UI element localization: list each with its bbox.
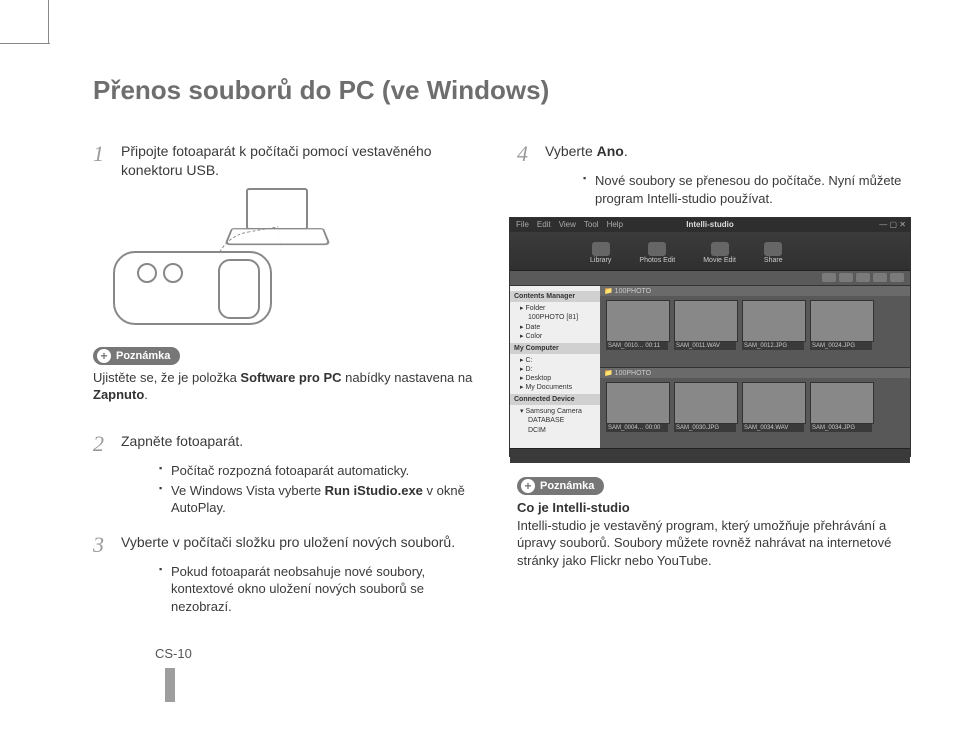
menu-edit[interactable]: Edit	[537, 218, 551, 232]
tab-photos-edit[interactable]: Photos Edit	[639, 242, 675, 264]
sidebar-item-color[interactable]: ▸ Color	[514, 332, 596, 341]
step-4-body: Vyberte Ano.	[545, 142, 628, 166]
step-4-sub: Nové soubory se přenesou do počítače. Ny…	[545, 172, 905, 207]
tab-library[interactable]: Library	[590, 242, 611, 264]
note-badge-1: + Poznámka	[93, 347, 180, 365]
step-2: 2 Zapněte fotoaparát.	[93, 432, 475, 456]
sidebar-item-camera[interactable]: ▾ Samsung Camera	[514, 407, 596, 416]
step-2-body: Zapněte fotoaparát.	[121, 432, 243, 456]
app-content: 📁 100PHOTO SAM_0010… 00:11 SAM_0011.WAV …	[600, 286, 910, 448]
pane-top: 📁 100PHOTO SAM_0010… 00:11 SAM_0011.WAV …	[600, 286, 910, 367]
right-column: 4 Vyberte Ano. Nové soubory se přenesou …	[517, 142, 905, 661]
view-mode-btn[interactable]	[890, 273, 904, 282]
plus-icon: +	[521, 479, 535, 493]
crop-mark-v	[48, 0, 49, 44]
left-column: 1 Připojte fotoaparát k počítači pomocí …	[93, 142, 475, 661]
app-statusbar	[510, 448, 910, 463]
menu-view[interactable]: View	[559, 218, 576, 232]
step-4-bullet-1: Nové soubory se přenesou do počítače. Ny…	[585, 172, 905, 207]
view-mode-btn[interactable]	[856, 273, 870, 282]
sidebar-hdr-mycomputer: My Computer	[510, 343, 600, 354]
tab-movie-edit[interactable]: Movie Edit	[703, 242, 736, 264]
note-label: Poznámka	[116, 350, 170, 362]
sidebar-item-dcim[interactable]: DCIM	[514, 426, 596, 435]
step-3-num: 3	[93, 533, 121, 557]
step-3: 3 Vyberte v počítači složku pro uložení …	[93, 533, 475, 557]
sidebar-hdr-device: Connected Device	[510, 394, 600, 405]
sidebar-hdr-contents: Contents Manager	[510, 291, 600, 302]
photos-edit-icon	[648, 242, 666, 256]
plus-icon: +	[97, 349, 111, 363]
window-buttons[interactable]: — ▢ ✕	[879, 220, 906, 229]
step-1-body: Připojte fotoaparát k počítači pomocí ve…	[121, 142, 475, 180]
sidebar-item-folder[interactable]: ▸ Folder	[514, 304, 596, 313]
step-1: 1 Připojte fotoaparát k počítači pomocí …	[93, 142, 475, 180]
thumb[interactable]: SAM_0010… 00:11	[606, 300, 668, 350]
page-title: Přenos souborů do PC (ve Windows)	[93, 75, 905, 106]
sidebar-item-database[interactable]: DATABASE	[514, 416, 596, 425]
step-2-bullet-1: Počítač rozpozná fotoaparát automaticky.	[161, 462, 475, 480]
app-tabs: Library Photos Edit Movie Edit Share	[510, 232, 910, 271]
crop-mark-h	[0, 43, 50, 44]
note-badge-2: + Poznámka	[517, 477, 604, 495]
tab-share[interactable]: Share	[764, 242, 783, 264]
step-1-num: 1	[93, 142, 121, 180]
library-icon	[592, 242, 610, 256]
app-toolbar	[510, 271, 910, 286]
thumb[interactable]: SAM_0012.JPG	[742, 300, 804, 350]
page-number: CS-10	[93, 646, 475, 661]
step-3-bullet-1: Pokud fotoaparát neobsahuje nové soubory…	[161, 563, 475, 616]
thumb[interactable]: SAM_0024.JPG	[810, 300, 872, 350]
thumb[interactable]: SAM_0004… 00:00	[606, 382, 668, 432]
note-label: Poznámka	[540, 480, 594, 492]
menu-tool[interactable]: Tool	[584, 218, 599, 232]
sidebar-item-mydocs[interactable]: ▸ My Documents	[514, 383, 596, 392]
step-2-num: 2	[93, 432, 121, 456]
camera-icon	[113, 251, 272, 325]
step-4-num: 4	[517, 142, 545, 166]
note-1-body: Ujistěte se, že je položka Software pro …	[93, 369, 475, 404]
step-3-body: Vyberte v počítači složku pro uložení no…	[121, 533, 455, 557]
menu-help[interactable]: Help	[607, 218, 623, 232]
view-mode-btn[interactable]	[822, 273, 836, 282]
pane-bottom-hdr: 📁 100PHOTO	[600, 368, 910, 378]
note-2-heading: Co je Intelli-studio	[517, 500, 630, 515]
camera-usb-illustration	[113, 188, 333, 333]
step-4: 4 Vyberte Ano.	[517, 142, 905, 166]
share-icon	[764, 242, 782, 256]
app-menubar: File Edit View Tool Help	[510, 218, 910, 232]
intelli-studio-screenshot: File Edit View Tool Help Intelli-studio …	[509, 217, 911, 457]
movie-edit-icon	[711, 242, 729, 256]
thumb[interactable]: SAM_0030.JPG	[674, 382, 736, 432]
step-3-sub: Pokud fotoaparát neobsahuje nové soubory…	[121, 563, 475, 616]
sidebar-item-drive-d[interactable]: ▸ D:	[514, 365, 596, 374]
note-2-text: Intelli-studio je vestavěný program, kte…	[517, 518, 891, 568]
sidebar-item-desktop[interactable]: ▸ Desktop	[514, 374, 596, 383]
step-2-sub: Počítač rozpozná fotoaparát automaticky.…	[121, 462, 475, 517]
menu-file[interactable]: File	[516, 218, 529, 232]
sidebar-item-date[interactable]: ▸ Date	[514, 323, 596, 332]
step-2-bullet-2: Ve Windows Vista vyberte Run iStudio.exe…	[161, 482, 475, 517]
pane-bottom: 📁 100PHOTO SAM_0004… 00:00 SAM_0030.JPG …	[600, 367, 910, 449]
app-sidebar: Contents Manager ▸ Folder 100PHOTO [81] …	[510, 286, 600, 448]
sidebar-item-drive-c[interactable]: ▸ C:	[514, 356, 596, 365]
thumb[interactable]: SAM_0034.JPG	[810, 382, 872, 432]
pane-top-hdr: 📁 100PHOTO	[600, 286, 910, 296]
thumb[interactable]: SAM_0011.WAV	[674, 300, 736, 350]
sidebar-item-100photo[interactable]: 100PHOTO [81]	[514, 313, 596, 322]
view-mode-btn[interactable]	[873, 273, 887, 282]
page: Přenos souborů do PC (ve Windows) 1 Přip…	[93, 75, 905, 661]
note-2-body: Co je Intelli-studio Intelli-studio je v…	[517, 499, 905, 569]
thumb[interactable]: SAM_0034.WAV	[742, 382, 804, 432]
view-mode-btn[interactable]	[839, 273, 853, 282]
